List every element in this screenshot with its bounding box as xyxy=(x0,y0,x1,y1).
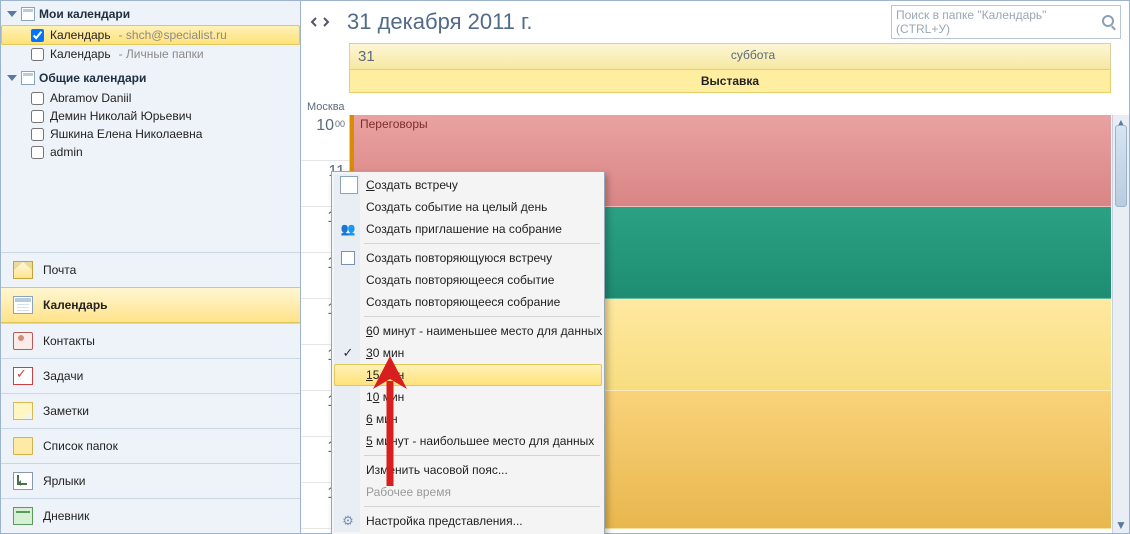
scroll-down-icon[interactable]: ▼ xyxy=(1113,517,1129,533)
calendar-checkbox[interactable] xyxy=(31,128,44,141)
ctx-view-settings[interactable]: Настройка представления... xyxy=(334,510,602,532)
ctx-recur-meeting[interactable]: Создать повторяющееся собрание xyxy=(334,291,602,313)
journal-icon xyxy=(13,507,33,525)
ctx-15min[interactable]: 15 мин xyxy=(334,364,602,386)
nav-folders[interactable]: Список папок xyxy=(1,428,300,463)
calendar-checkbox[interactable] xyxy=(31,92,44,105)
shared-calendar-item[interactable]: admin xyxy=(1,143,300,161)
ctx-change-tz[interactable]: Изменить часовой пояс... xyxy=(334,459,602,481)
calendar-checkbox[interactable] xyxy=(31,146,44,159)
shared-calendar-item[interactable]: Яшкина Елена Николаевна xyxy=(1,125,300,143)
shared-calendar-item[interactable]: Демин Николай Юрьевич xyxy=(1,107,300,125)
shared-calendar-item[interactable]: Abramov Daniil xyxy=(1,89,300,107)
ctx-10min[interactable]: 10 мин xyxy=(334,386,602,408)
shortcut-icon xyxy=(13,472,33,490)
hour-label: 1000 xyxy=(301,115,349,161)
vertical-scrollbar[interactable]: ▲ ▼ xyxy=(1112,115,1129,533)
ctx-60min[interactable]: 60 минут - наименьшее место для данных xyxy=(334,320,602,342)
all-day-event[interactable]: Выставка xyxy=(701,74,759,88)
ctx-create-meeting[interactable]: Создать приглашение на собрание xyxy=(334,218,602,240)
nav-contacts[interactable]: Контакты xyxy=(1,323,300,358)
calendar-checkbox[interactable] xyxy=(31,29,44,42)
gear-icon xyxy=(340,513,356,529)
ctx-create-allday[interactable]: Создать событие на целый день xyxy=(334,196,602,218)
ctx-recur-event[interactable]: Создать повторяющееся событие xyxy=(334,269,602,291)
event-title: Переговоры xyxy=(360,117,428,131)
check-icon xyxy=(340,345,356,361)
tasks-icon xyxy=(13,367,33,385)
calendar-icon xyxy=(13,296,33,314)
nav-mail[interactable]: Почта xyxy=(1,252,300,287)
nav-tasks[interactable]: Задачи xyxy=(1,358,300,393)
calendar-checkbox[interactable] xyxy=(31,110,44,123)
nav-calendar[interactable]: Календарь xyxy=(1,287,300,323)
nav-journal[interactable]: Дневник xyxy=(1,498,300,533)
search-placeholder: Поиск в папке "Календарь" (CTRL+У) xyxy=(896,8,1102,36)
tree-title: Мои календари xyxy=(39,7,130,21)
calendar-icon xyxy=(21,71,35,85)
ctx-5min[interactable]: 5 минут - наибольшее место для данных xyxy=(334,430,602,452)
calendar-item-personal[interactable]: Календарь - Личные папки xyxy=(1,45,300,63)
ctx-recur-appt[interactable]: Создать повторяющуюся встречу xyxy=(334,247,602,269)
collapse-icon xyxy=(7,11,17,17)
ctx-work-time: Рабочее время xyxy=(334,481,602,503)
topbar: 31 декабря 2011 г. Поиск в папке "Календ… xyxy=(301,1,1129,43)
nav-shortcuts[interactable]: Ярлыки xyxy=(1,463,300,498)
people-icon xyxy=(340,221,356,237)
scroll-thumb[interactable] xyxy=(1115,125,1127,207)
all-day-row[interactable]: Выставка xyxy=(349,70,1111,93)
tree-my-calendars-header[interactable]: Мои календари xyxy=(1,5,300,25)
tree-title: Общие календари xyxy=(39,71,146,85)
folder-icon xyxy=(13,437,33,455)
calendar-checkbox[interactable] xyxy=(31,48,44,61)
sidebar: Мои календари Календарь - shch@specialis… xyxy=(1,1,301,533)
ctx-30min[interactable]: 30 мин xyxy=(334,342,602,364)
next-day-button[interactable] xyxy=(321,14,331,30)
context-menu: Создать встречу Создать событие на целый… xyxy=(331,171,605,534)
search-input[interactable]: Поиск в папке "Календарь" (CTRL+У) xyxy=(891,5,1121,39)
day-header[interactable]: 31 суббота xyxy=(349,43,1111,70)
day-number: 31 xyxy=(350,44,396,69)
calendar-item-own[interactable]: Календарь - shch@specialist.ru xyxy=(1,25,300,45)
ctx-6min[interactable]: 6 мин xyxy=(334,408,602,430)
prev-day-button[interactable] xyxy=(309,14,319,30)
recur-icon xyxy=(340,250,356,266)
contacts-icon xyxy=(13,332,33,350)
date-title: 31 декабря 2011 г. xyxy=(347,9,533,35)
nav-pane: Почта Календарь Контакты Задачи Заметки … xyxy=(1,252,300,533)
timezone-label: Москва xyxy=(301,99,1129,115)
collapse-icon xyxy=(7,75,17,81)
calendar-icon xyxy=(21,7,35,21)
search-icon[interactable] xyxy=(1102,15,1116,29)
ctx-create-appointment[interactable]: Создать встречу xyxy=(334,174,602,196)
mail-icon xyxy=(13,261,33,279)
notes-icon xyxy=(13,402,33,420)
calendar-icon xyxy=(340,176,358,194)
day-name: суббота xyxy=(396,44,1110,69)
tree-shared-calendars-header[interactable]: Общие календари xyxy=(1,69,300,89)
nav-notes[interactable]: Заметки xyxy=(1,393,300,428)
